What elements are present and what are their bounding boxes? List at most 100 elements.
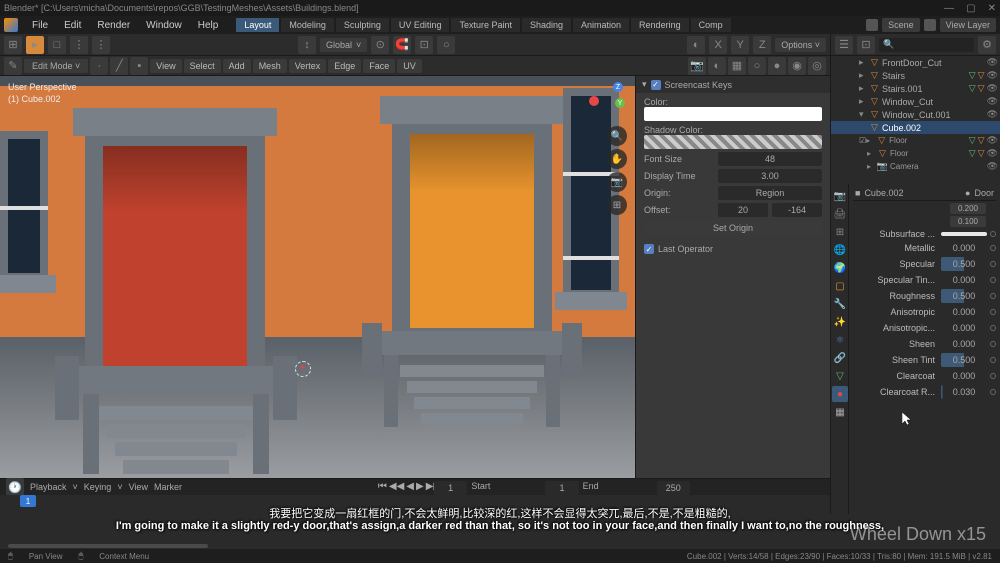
menu-select[interactable]: Select: [184, 59, 221, 73]
select-tool-icon[interactable]: □: [48, 36, 66, 54]
prop-value-field[interactable]: 0.000: [941, 369, 987, 383]
tool-icon[interactable]: ⋮: [70, 36, 88, 54]
axis-gizmo[interactable]: Z Y: [589, 82, 625, 118]
filter-icon[interactable]: ⚙: [978, 36, 996, 54]
outliner-item-selected[interactable]: ▽Cube.002: [831, 121, 1000, 134]
prop-tab-particle-icon[interactable]: ✨: [832, 314, 848, 330]
snap-magnet-icon[interactable]: 🧲: [393, 36, 411, 54]
origin-select[interactable]: Region: [718, 186, 822, 200]
offset-x-field[interactable]: 20: [718, 203, 768, 217]
outliner-editor-icon[interactable]: ☰: [835, 36, 853, 54]
overlay-icon[interactable]: ◐: [708, 57, 726, 75]
overlay-toggle-icon[interactable]: ◐: [687, 36, 705, 54]
outliner-search-input[interactable]: 🔍: [879, 38, 974, 52]
prop-value-field[interactable]: 0.030: [941, 385, 987, 399]
select-face-icon[interactable]: ▪: [130, 57, 148, 75]
keyframe-dot-icon[interactable]: [990, 277, 996, 283]
prop-tab-world-icon[interactable]: 🌍: [832, 260, 848, 276]
transform-orientation-icon[interactable]: ↕: [298, 36, 316, 54]
tab-uv[interactable]: UV Editing: [391, 18, 450, 32]
scrollbar-thumb[interactable]: [8, 544, 208, 548]
timeline-view[interactable]: View: [129, 482, 148, 492]
start-frame-field[interactable]: 1: [545, 481, 578, 495]
prop-tab-output-icon[interactable]: 🖨: [832, 206, 848, 222]
tab-texture[interactable]: Texture Paint: [451, 18, 520, 32]
keyframe-dot-icon[interactable]: [990, 373, 996, 379]
mode-select[interactable]: Edit Mode ˅: [24, 59, 88, 73]
menu-file[interactable]: File: [26, 18, 54, 33]
close-button[interactable]: ✕: [988, 3, 996, 14]
select-edge-icon[interactable]: ╱: [110, 57, 128, 75]
mode-icon[interactable]: ✎: [4, 57, 22, 75]
timeline-marker[interactable]: Marker: [154, 482, 182, 492]
select-vertex-icon[interactable]: ·: [90, 57, 108, 75]
menu-mesh[interactable]: Mesh: [253, 59, 287, 73]
viewlayer-select[interactable]: View Layer: [940, 18, 996, 32]
set-origin-button[interactable]: Set Origin: [644, 220, 822, 236]
tab-layout[interactable]: Layout: [236, 18, 279, 32]
play-reverse-icon[interactable]: ◀: [406, 481, 414, 492]
timeline-playback[interactable]: Playback: [30, 482, 67, 492]
menu-face[interactable]: Face: [363, 59, 395, 73]
prop-tab-constraint-icon[interactable]: 🔗: [832, 350, 848, 366]
timeline-keying[interactable]: Keying: [84, 482, 112, 492]
timeline-ruler[interactable]: 1: [0, 495, 830, 515]
keyframe-dot-icon[interactable]: [990, 325, 996, 331]
menu-view[interactable]: View: [150, 59, 181, 73]
keyframe-dot-icon[interactable]: [990, 357, 996, 363]
menu-render[interactable]: Render: [91, 18, 136, 33]
camera-icon[interactable]: 📷: [607, 172, 627, 192]
prop-value-field[interactable]: 0.000: [941, 241, 987, 255]
prop-value-field[interactable]: 0.000: [941, 273, 987, 287]
jump-start-icon[interactable]: ⏮: [378, 481, 387, 492]
prop-val-top2[interactable]: 0.100: [950, 216, 986, 227]
keyframe-dot-icon[interactable]: [990, 309, 996, 315]
outliner-item[interactable]: ☑▸▽Floor▽▽👁: [831, 134, 1000, 147]
keyframe-dot-icon[interactable]: [990, 341, 996, 347]
offset-y-field[interactable]: -164: [772, 203, 822, 217]
n-panel-header[interactable]: ▾ ✓ Screencast Keys: [636, 76, 830, 93]
camera-view-icon[interactable]: 📷: [688, 57, 706, 75]
tab-compositing[interactable]: Comp: [691, 18, 731, 32]
shading-solid-icon[interactable]: ●: [768, 57, 786, 75]
color-swatch[interactable]: [644, 107, 822, 121]
prev-key-icon[interactable]: ◀◀: [389, 481, 404, 492]
prop-tab-render-icon[interactable]: 📷: [832, 188, 848, 204]
shading-wire-icon[interactable]: ○: [748, 57, 766, 75]
menu-vertex[interactable]: Vertex: [289, 59, 327, 73]
prop-tab-modifier-icon[interactable]: 🔧: [832, 296, 848, 312]
shading-matcap-icon[interactable]: ◉: [788, 57, 806, 75]
gizmo-icon[interactable]: Z: [753, 36, 771, 54]
tool-icon[interactable]: ⋮: [92, 36, 110, 54]
prop-tab-physics-icon[interactable]: ⚛: [832, 332, 848, 348]
menu-add[interactable]: Add: [223, 59, 251, 73]
end-frame-field[interactable]: 250: [657, 481, 690, 495]
timeline-editor-icon[interactable]: 🕐: [6, 478, 24, 496]
shading-rendered-icon[interactable]: ◎: [808, 57, 826, 75]
display-mode-icon[interactable]: ⊡: [857, 36, 875, 54]
prop-tab-scene-icon[interactable]: 🌐: [832, 242, 848, 258]
outliner-item[interactable]: ▸▽FrontDoor_Cut👁: [831, 56, 1000, 69]
keyframe-dot-icon[interactable]: [990, 261, 996, 267]
tab-modeling[interactable]: Modeling: [281, 18, 334, 32]
gizmo-icon[interactable]: Y: [731, 36, 749, 54]
move-view-icon[interactable]: ✋: [607, 149, 627, 169]
cursor-tool-icon[interactable]: ▸: [26, 36, 44, 54]
zoom-icon[interactable]: 🔍: [607, 126, 627, 146]
outliner-item[interactable]: ▾▽Window_Cut.001👁: [831, 108, 1000, 121]
prop-value-field[interactable]: 0.000: [941, 321, 987, 335]
display-time-field[interactable]: 3.00: [718, 169, 822, 183]
prop-value-field[interactable]: 0.000: [941, 305, 987, 319]
prop-value-field[interactable]: 0.500: [941, 257, 987, 271]
tab-shading[interactable]: Shading: [522, 18, 571, 32]
minimize-button[interactable]: —: [944, 3, 954, 14]
menu-edit[interactable]: Edit: [58, 18, 87, 33]
prop-value-field[interactable]: 0.500: [941, 353, 987, 367]
prop-tab-texture-icon[interactable]: ▦: [832, 404, 848, 420]
tab-animation[interactable]: Animation: [573, 18, 629, 32]
outliner-item[interactable]: ▸▽Stairs.001▽▽👁: [831, 82, 1000, 95]
timeline-editor[interactable]: 🕐 Playback ˅ Keying ˅ View Marker ⏮ ◀◀ ◀…: [0, 478, 830, 514]
keyframe-dot-icon[interactable]: [990, 231, 996, 237]
keyframe-dot-icon[interactable]: [990, 293, 996, 299]
outliner-item[interactable]: ▸▽Floor▽▽👁: [831, 147, 1000, 160]
